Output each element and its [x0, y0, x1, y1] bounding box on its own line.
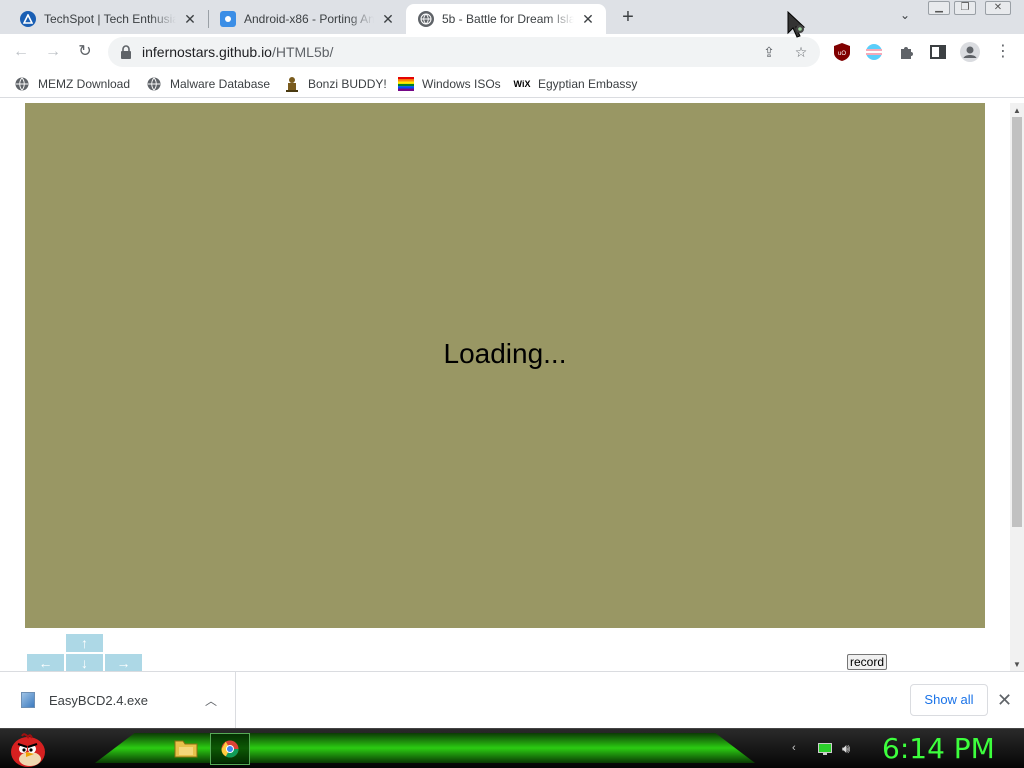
bookmarks-bar: MEMZ Download Malware Database Bonzi BUD… [0, 70, 1024, 98]
tab-title: TechSpot | Tech Enthusiasts [44, 12, 176, 26]
taskbar-clock[interactable]: 6:14 PM [882, 732, 995, 765]
trans-flag-extension-icon[interactable] [864, 42, 884, 62]
mouse-cursor-icon [787, 11, 806, 38]
page-scrollbar[interactable]: ▲ ▼ [1010, 103, 1024, 671]
bookmark-bonzi-buddy[interactable]: Bonzi BUDDY! [284, 75, 387, 93]
tab-battle-for-dream-island[interactable]: 5b - Battle for Dream Island ✕ [406, 4, 606, 34]
tab-android-x86[interactable]: Android-x86 - Porting Android ✕ [208, 4, 406, 34]
tray-chevron-icon[interactable]: ‹ [792, 742, 796, 754]
scroll-down-arrow-icon[interactable]: ▼ [1013, 660, 1021, 669]
reload-icon[interactable]: ↻ [74, 41, 96, 63]
page-viewport: Loading... ↑ ← ↓ → record [0, 103, 1010, 671]
bonzi-icon [284, 76, 300, 92]
url-host: infernostars.github.io [142, 44, 272, 60]
chevron-up-icon[interactable]: ︿ [205, 692, 217, 709]
tab-strip: TechSpot | Tech Enthusiasts ✕ Android-x8… [0, 0, 1024, 34]
svg-text:uO: uO [838, 51, 846, 57]
minimize-button[interactable]: ▁ [928, 1, 950, 15]
globe-icon [14, 76, 30, 92]
system-tray: ‹ 🔊︎ [788, 741, 868, 759]
bookmark-label: MEMZ Download [38, 77, 131, 91]
tab-techspot[interactable]: TechSpot | Tech Enthusiasts ✕ [8, 4, 208, 34]
show-all-button[interactable]: Show all [910, 684, 988, 716]
bookmark-egyptian-embassy[interactable]: WiX Egyptian Embassy [513, 75, 638, 93]
bookmark-label: Windows ISOs [422, 77, 501, 91]
close-icon[interactable]: ✕ [182, 11, 198, 27]
back-arrow-icon[interactable]: ← [10, 41, 32, 63]
menu-kebab-icon[interactable]: ⋮ [992, 41, 1014, 63]
techspot-icon [20, 11, 36, 27]
tab-title: 5b - Battle for Dream Island [442, 12, 574, 26]
chrome-taskbar-button[interactable] [210, 733, 250, 765]
url-text[interactable]: infernostars.github.io/HTML5b/ [142, 44, 333, 60]
restore-button[interactable]: ❐ [954, 1, 976, 15]
profile-avatar-icon[interactable] [960, 42, 980, 62]
close-icon[interactable]: ✕ [380, 11, 396, 27]
forward-arrow-icon[interactable]: → [42, 41, 64, 63]
bookmark-memz-download[interactable]: MEMZ Download [14, 75, 130, 93]
bookmark-label: Malware Database [170, 77, 271, 91]
rainbow-flag-icon [398, 76, 414, 92]
bookmark-label: Bonzi BUDDY! [308, 77, 387, 91]
record-button[interactable]: record [847, 654, 888, 670]
file-explorer-folder-icon[interactable] [174, 737, 198, 759]
tab-title: Android-x86 - Porting Android [244, 12, 374, 26]
angry-bird-start-icon[interactable] [8, 730, 48, 768]
globe-icon [418, 11, 434, 27]
arrow-down-button[interactable]: ↓ [66, 654, 103, 671]
url-path: /HTML5b/ [271, 44, 334, 60]
loading-text: Loading... [443, 338, 567, 369]
close-window-button[interactable]: ✕ [985, 1, 1011, 15]
exe-file-icon [21, 692, 35, 708]
browser-toolbar: ← → ↻ infernostars.github.io/HTML5b/ ⇪ ☆… [0, 34, 1024, 70]
arrow-right-button[interactable]: → [105, 654, 142, 671]
scroll-thumb[interactable] [1012, 117, 1022, 527]
close-icon[interactable]: ✕ [580, 11, 596, 27]
extensions-puzzle-icon[interactable] [896, 42, 916, 62]
volume-speaker-icon[interactable]: 🔊︎ [842, 741, 850, 757]
arrow-up-button[interactable]: ↑ [66, 634, 103, 652]
download-item[interactable]: EasyBCD2.4.exe ︿ [0, 672, 236, 728]
chrome-icon [221, 740, 239, 758]
lock-icon[interactable] [120, 45, 132, 59]
wix-icon: WiX [513, 79, 531, 89]
close-icon[interactable]: ✕ [997, 690, 1012, 711]
taskbar: ‹ 🔊︎ 6:14 PM [0, 728, 1024, 768]
network-monitor-icon[interactable] [818, 743, 832, 756]
scroll-up-arrow-icon[interactable]: ▲ [1013, 106, 1021, 115]
android-x86-icon [220, 11, 236, 27]
arrow-left-button[interactable]: ← [27, 654, 64, 671]
download-file-name: EasyBCD2.4.exe [49, 693, 148, 708]
bookmark-label: Egyptian Embassy [538, 77, 638, 91]
bookmark-star-icon[interactable]: ☆ [792, 43, 810, 61]
game-canvas[interactable]: Loading... [25, 103, 985, 628]
ublock-origin-icon[interactable]: uO [832, 42, 852, 62]
new-tab-button[interactable]: + [617, 6, 639, 28]
bookmark-windows-isos[interactable]: Windows ISOs [398, 75, 501, 93]
share-icon[interactable]: ⇪ [760, 43, 778, 61]
download-shelf: EasyBCD2.4.exe ︿ Show all ✕ [0, 671, 1024, 728]
globe-icon [146, 76, 162, 92]
address-bar[interactable]: infernostars.github.io/HTML5b/ ⇪ ☆ [108, 37, 820, 67]
bookmark-malware-database[interactable]: Malware Database [146, 75, 270, 93]
tab-search-chevron-icon[interactable]: ⌄ [896, 8, 914, 26]
side-panel-icon[interactable] [928, 42, 948, 62]
